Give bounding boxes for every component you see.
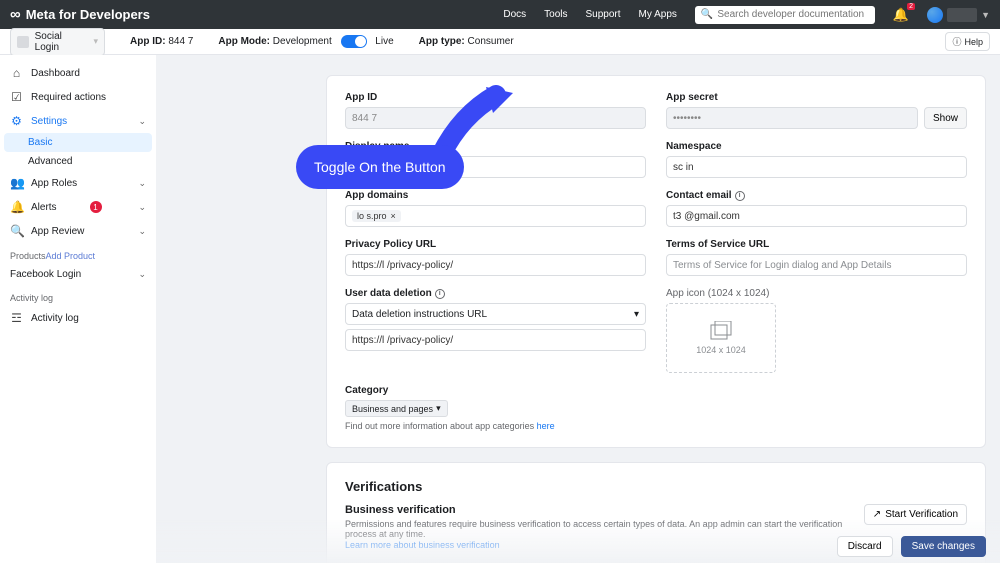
- search-icon: 🔍: [10, 224, 23, 238]
- chevron-down-icon: ⌄: [138, 116, 146, 127]
- domain-tag[interactable]: lo s.pro×: [352, 210, 401, 222]
- chevron-down-icon: ⌄: [138, 269, 146, 280]
- domains-field[interactable]: lo s.pro×: [345, 205, 646, 227]
- activity-header: Activity log: [0, 285, 156, 306]
- sidebar-item-fblogin[interactable]: Facebook Login⌄: [0, 264, 156, 285]
- app-icon: [17, 36, 29, 48]
- main-content: Toggle On the Button App ID 844 7 App se…: [156, 55, 1000, 563]
- app-secret-field: ••••••••: [666, 107, 918, 129]
- sidebar-sub-advanced[interactable]: Advanced: [0, 152, 156, 171]
- nav-docs[interactable]: Docs: [503, 9, 526, 20]
- udd-url-field[interactable]: https://l /privacy-policy/: [345, 329, 646, 351]
- chevron-down-icon: ▾: [436, 403, 441, 414]
- account-menu[interactable]: ▼: [927, 7, 990, 23]
- domains-label: App domains: [345, 190, 646, 201]
- category-label: Category: [345, 385, 967, 396]
- verif-title: Verifications: [345, 479, 967, 494]
- contact-field[interactable]: t3 @gmail.com: [666, 205, 967, 227]
- app-selector[interactable]: Social Login ▾: [10, 28, 105, 56]
- info-icon[interactable]: i: [435, 289, 445, 299]
- verif-link[interactable]: Learn more about business verification: [345, 540, 500, 550]
- mode-toggle[interactable]: [341, 35, 367, 48]
- tos-label: Terms of Service URL: [666, 239, 967, 250]
- info-icon[interactable]: i: [735, 191, 745, 201]
- category-note: Find out more information about app cate…: [345, 421, 967, 431]
- chevron-down-icon: ⌄: [138, 202, 146, 213]
- privacy-field[interactable]: https://l /privacy-policy/: [345, 254, 646, 276]
- chevron-down-icon: ⌄: [138, 226, 146, 237]
- gear-icon: ⚙: [10, 114, 23, 128]
- image-icon: [709, 321, 733, 341]
- sidebar: ⌂Dashboard ☑Required actions ⚙Settings⌄ …: [0, 55, 156, 563]
- meta-icon: ∞: [10, 7, 21, 22]
- chevron-down-icon: ▾: [93, 36, 98, 47]
- sidebar-sub-basic[interactable]: Basic: [4, 133, 152, 152]
- show-secret-button[interactable]: Show: [924, 107, 967, 129]
- search-icon: 🔍: [701, 9, 713, 20]
- bell-icon: 🔔: [10, 200, 23, 214]
- products-header: ProductsAdd Product: [0, 243, 156, 264]
- settings-card: App ID 844 7 App secret •••••••• Show Di…: [326, 75, 986, 448]
- sidebar-item-activity[interactable]: ☲Activity log: [0, 306, 156, 330]
- top-bar: ∞Meta for Developers Docs Tools Support …: [0, 0, 1000, 29]
- brand[interactable]: ∞Meta for Developers: [10, 7, 150, 22]
- start-verification-button[interactable]: ↗Start Verification: [864, 504, 967, 525]
- privacy-label: Privacy Policy URL: [345, 239, 646, 250]
- chevron-down-icon: ▾: [634, 309, 639, 320]
- sidebar-item-roles[interactable]: 👥App Roles⌄: [0, 171, 156, 195]
- sidebar-item-alerts[interactable]: 🔔Alerts1⌄: [0, 195, 156, 219]
- users-icon: 👥: [10, 176, 23, 190]
- app-secret-label: App secret: [666, 92, 967, 103]
- sidebar-item-required[interactable]: ☑Required actions: [0, 85, 156, 109]
- notifications-icon[interactable]: 🔔2: [893, 7, 909, 23]
- save-button[interactable]: Save changes: [901, 536, 986, 557]
- notif-badge: 2: [907, 3, 915, 10]
- avatar: [927, 7, 943, 23]
- sidebar-item-review[interactable]: 🔍App Review⌄: [0, 219, 156, 243]
- udd-select[interactable]: Data deletion instructions URL▾: [345, 303, 646, 325]
- category-help-link[interactable]: here: [537, 421, 555, 431]
- close-icon[interactable]: ×: [391, 211, 396, 221]
- icon-label: App icon (1024 x 1024): [666, 288, 967, 299]
- contact-label: Contact emaili: [666, 190, 967, 201]
- launch-icon: ↗: [873, 509, 881, 520]
- account-box: [947, 8, 977, 22]
- list-icon: ☲: [10, 311, 23, 325]
- callout-bubble: Toggle On the Button: [296, 145, 464, 189]
- app-bar: Social Login ▾ App ID: 844 7 App Mode: D…: [0, 29, 1000, 55]
- namespace-field[interactable]: sc in: [666, 156, 967, 178]
- namespace-label: Namespace: [666, 141, 967, 152]
- footer-actions: Discard Save changes: [837, 530, 986, 563]
- sidebar-item-settings[interactable]: ⚙Settings⌄: [0, 109, 156, 133]
- discard-button[interactable]: Discard: [837, 536, 893, 557]
- tos-field[interactable]: Terms of Service for Login dialog and Ap…: [666, 254, 967, 276]
- chevron-down-icon: ▼: [981, 10, 990, 20]
- help-icon: ⓘ: [952, 35, 961, 48]
- nav-tools[interactable]: Tools: [544, 9, 567, 20]
- add-product-link[interactable]: Add Product: [46, 251, 96, 261]
- help-button[interactable]: ⓘHelp: [945, 32, 990, 51]
- nav-support[interactable]: Support: [586, 9, 621, 20]
- sidebar-item-dashboard[interactable]: ⌂Dashboard: [0, 61, 156, 85]
- search-box[interactable]: 🔍: [695, 6, 875, 24]
- icon-upload[interactable]: 1024 x 1024: [666, 303, 776, 373]
- nav-myapps[interactable]: My Apps: [639, 9, 677, 20]
- category-select[interactable]: Business and pages▾: [345, 400, 448, 417]
- chevron-down-icon: ⌄: [138, 178, 146, 189]
- udd-label: User data deletioni: [345, 288, 646, 299]
- alert-badge: 1: [90, 201, 102, 213]
- search-input[interactable]: [717, 9, 867, 20]
- home-icon: ⌂: [10, 66, 23, 80]
- check-icon: ☑: [10, 90, 23, 104]
